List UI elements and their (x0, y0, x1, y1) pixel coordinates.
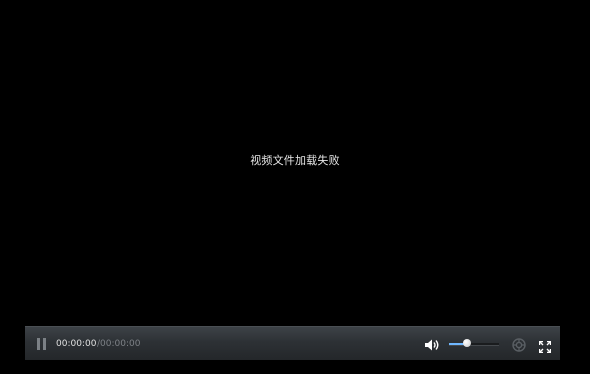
pause-button[interactable] (37, 338, 47, 350)
volume-slider[interactable] (449, 339, 499, 347)
current-time: 00:00:00 (56, 339, 97, 349)
volume-icon[interactable] (424, 337, 440, 351)
total-time: /00:00:00 (97, 339, 141, 349)
fullscreen-icon[interactable] (538, 338, 552, 354)
control-bar: 00:00:00 /00:00:00 (25, 326, 560, 360)
video-area[interactable]: 视频文件加载失败 (0, 0, 590, 326)
error-message: 视频文件加载失败 (250, 154, 340, 167)
volume-knob[interactable] (463, 339, 471, 347)
pause-icon (37, 338, 40, 350)
settings-icon[interactable] (512, 337, 526, 352)
video-player: 视频文件加载失败 00:00:00 /00:00:00 (0, 0, 590, 374)
